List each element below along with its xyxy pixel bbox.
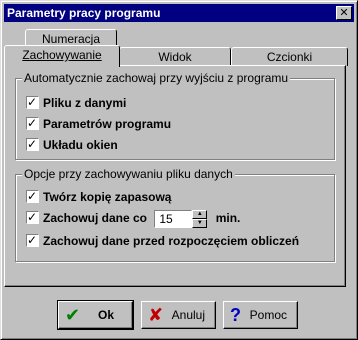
interval-spinner[interactable]: ▲ ▼ [192,210,208,228]
group-title: Opcje przy zachowywaniu pliku danych [22,167,235,181]
spin-down-icon[interactable]: ▼ [192,219,208,228]
x-icon: ✘ [148,305,164,325]
tab-label: Widok [158,50,192,64]
checkbox[interactable] [26,188,39,204]
save-options-group: Opcje przy zachowywaniu pliku danych Twó… [15,167,335,262]
spin-up-icon[interactable]: ▲ [192,210,208,219]
checkbox[interactable] [26,115,39,131]
button-label: Anuluj [171,308,205,322]
checkbox[interactable] [26,209,39,225]
checkbox-data-file[interactable]: Pliku z danymi [26,94,127,111]
checkbox-label: Pliku z danymi [43,96,127,110]
group-title: Automatycznie zachowaj przy wyjściu z pr… [22,71,291,85]
tab-label: Zachowywanie [22,48,102,62]
tab-panel: Automatycznie zachowaj przy wyjściu z pr… [4,65,346,287]
checkbox-label: Parametrów programu [43,117,172,131]
button-label: Ok [97,308,114,322]
checkbox-label: Twórz kopię zapasową [43,190,172,204]
checkbox-save-interval[interactable]: Zachowuj dane co 15▲▼ min. [26,209,241,228]
checkbox[interactable] [26,136,39,152]
checkbox[interactable] [26,94,39,110]
checkbox-window-layout[interactable]: Układu okien [26,136,118,153]
help-button[interactable]: ? Pomoc [223,301,298,329]
title-bar[interactable]: Parametry pracy programu ✕ [4,4,354,22]
close-button[interactable]: ✕ [336,6,352,20]
tab-label: Czcionki [266,50,313,64]
question-icon: ? [230,305,241,325]
window-title: Parametry pracy programu [7,6,161,20]
checkbox-label: Zachowuj dane przed rozpoczęciem oblicze… [43,234,300,248]
checkbox[interactable] [26,232,39,248]
tab-widok[interactable]: Widok [119,47,231,66]
interval-unit: min. [215,211,241,226]
tab-zachowywanie[interactable]: Zachowywanie [4,45,120,67]
checkbox-backup[interactable]: Twórz kopię zapasową [26,188,172,205]
interval-input[interactable]: 15 [154,210,193,228]
checkbox-program-params[interactable]: Parametrów programu [26,115,172,132]
autosave-group: Automatycznie zachowaj przy wyjściu z pr… [15,71,335,160]
checkbox-label: Układu okien [43,138,118,152]
close-icon: ✕ [339,7,349,19]
checkbox-label: Zachowuj dane co [43,211,148,226]
tab-czcionki[interactable]: Czcionki [231,47,348,66]
cancel-button[interactable]: ✘ Anuluj [141,301,216,329]
dialog-window: Parametry pracy programu ✕ Numeracja Wid… [0,0,358,340]
button-label: Pomoc [249,308,287,322]
check-icon: ✔ [65,305,81,325]
tab-label: Numeracja [41,32,101,46]
checkbox-save-before-calc[interactable]: Zachowuj dane przed rozpoczęciem oblicze… [26,232,300,249]
ok-button[interactable]: ✔ Ok [57,300,134,330]
